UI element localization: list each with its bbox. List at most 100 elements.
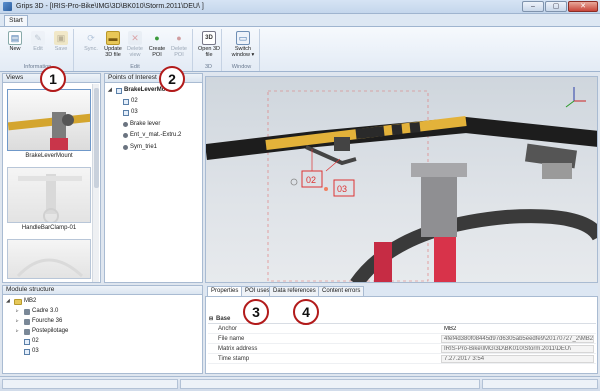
app-icon: [3, 2, 12, 11]
view-thumbnail-handlebarclamp[interactable]: [7, 167, 91, 223]
ribbon-tab-row: Start: [0, 14, 600, 26]
edit-button[interactable]: ✎ Edit: [27, 31, 49, 52]
status-segment-1: [2, 379, 178, 389]
new-button[interactable]: ▤ New: [4, 31, 26, 52]
part-icon: [123, 133, 128, 138]
property-row-anchor: Anchor MB2: [208, 325, 596, 334]
window-controls: – ▢ ✕: [522, 1, 598, 12]
create-poi-button[interactable]: ● Create POI: [146, 31, 168, 59]
views-scrollbar-thumb[interactable]: [94, 88, 99, 188]
callout-1: 1: [40, 66, 66, 92]
expand-arrow-icon[interactable]: ▹: [16, 307, 22, 316]
folder-icon: ▬: [106, 31, 120, 45]
collapse-icon[interactable]: ⊟: [209, 315, 213, 324]
sync-icon: ⟳: [87, 33, 95, 43]
part-icon: [24, 308, 30, 315]
poi-icon: [24, 348, 30, 355]
poi-icon: [24, 338, 30, 345]
bike-3d-render: 02 03: [206, 87, 597, 282]
close-button[interactable]: ✕: [568, 1, 598, 12]
poi-panel: ◢ BrakeLeverMount 02 03 Brake lever Ent_…: [104, 83, 203, 283]
group-label-3d: 3D: [204, 64, 213, 70]
property-value-anchor[interactable]: MB2: [441, 325, 594, 333]
minimize-button[interactable]: –: [522, 1, 544, 12]
maximize-button[interactable]: ▢: [545, 1, 567, 12]
poi-icon: [123, 109, 129, 116]
views-scrollbar[interactable]: [92, 84, 99, 282]
property-row-time-stamp: Time stamp 7.27.2017 3:54: [208, 355, 596, 364]
ribbon: ▤ New ✎ Edit ▣ Save Information ⟳ Sync. …: [0, 26, 600, 72]
ribbon-group-3d: 3D Open 3D file 3D: [196, 29, 222, 71]
view-thumbnail-image: [8, 112, 90, 150]
poi-item-extru[interactable]: Ent_v_mat.-Extru.2: [123, 131, 181, 140]
poi-marker-03[interactable]: 03: [337, 184, 347, 194]
property-row-matrix-address: Matrix address IRIS-Pro-Bike\IMG\3D\BK01…: [208, 345, 596, 354]
poi-item-03[interactable]: 03: [123, 108, 138, 117]
open-3d-file-button[interactable]: 3D Open 3D file: [198, 31, 220, 58]
expand-arrow-icon[interactable]: ▹: [16, 327, 22, 336]
part-icon: [123, 122, 128, 127]
property-value-file-name[interactable]: 4fef4d380f08445d97d6305ab5eedfe9\2017072…: [441, 335, 594, 343]
module-panel: ◢ MB2 ▹ Cadre 3.0 ▹ Fourche 36 ▹ Postepi…: [2, 295, 203, 374]
module-folder-icon: [14, 298, 22, 305]
tab-data-references[interactable]: Data references: [269, 286, 320, 296]
ribbon-group-edit: ⟳ Sync. ▬ Update 3D file ✕ Delete view ●…: [78, 29, 193, 71]
expand-triangle-icon[interactable]: ◢: [108, 86, 114, 95]
part-icon: [123, 145, 128, 150]
poi-item-brake-lever[interactable]: Brake lever: [123, 120, 160, 129]
view-label-brakelevermount: BrakeLeverMount: [25, 153, 73, 159]
3d-viewport[interactable]: 02 03: [205, 76, 598, 283]
poi-item-sym[interactable]: Sym_trie1: [123, 143, 157, 152]
poi-panel-header: Points of Interest: [104, 73, 203, 83]
delete-view-icon: ✕: [128, 31, 142, 45]
tab-content-errors[interactable]: Content errors: [318, 286, 365, 296]
view-thumbnail-faded-image-3: [16, 258, 84, 278]
properties-tab-row: Properties POI uses Data references Cont…: [205, 285, 598, 297]
poi-item-02[interactable]: 02: [123, 97, 138, 106]
callout-2: 2: [159, 66, 185, 92]
property-value-matrix-address[interactable]: IRIS-Pro-Bike\IMG\3D\BK010\Storm.2011\DE…: [441, 345, 594, 353]
property-value-time-stamp[interactable]: 7.27.2017 3:54: [441, 355, 594, 363]
window-title: Grips 3D - [IRIS-Pro-Bike\IMG\3D\BK010\S…: [16, 3, 204, 10]
status-segment-3: [482, 379, 598, 389]
view-icon: [116, 87, 122, 94]
poi-marker-02[interactable]: 02: [306, 175, 316, 185]
module-item-cadre[interactable]: ▹ Cadre 3.0: [16, 307, 58, 316]
module-item-fourche[interactable]: ▹ Fourche 36: [16, 317, 62, 326]
status-bar: [0, 376, 600, 391]
part-icon: [24, 328, 30, 335]
group-label-window: Window: [231, 64, 252, 70]
view-thumbnail-faded-image: [18, 174, 82, 222]
module-tree-root[interactable]: ◢ MB2: [6, 297, 36, 306]
view-thumbnail-third[interactable]: [7, 239, 91, 279]
axis-triad-icon: [565, 87, 586, 108]
delete-view-button[interactable]: ✕ Delete view: [124, 31, 146, 58]
views-panel: BrakeLeverMount HandleBarClamp-01: [2, 83, 101, 283]
callout-4: 4: [293, 299, 319, 325]
callout-3: 3: [243, 299, 269, 325]
new-document-icon: ▤: [8, 31, 22, 45]
edit-icon: ✎: [31, 31, 45, 45]
expand-arrow-icon[interactable]: ▹: [16, 317, 22, 326]
delete-poi-button[interactable]: ● Delete POI: [168, 31, 190, 59]
create-poi-icon: ●: [154, 33, 160, 43]
title-bar: Grips 3D - [IRIS-Pro-Bike\IMG\3D\BK010\S…: [0, 0, 600, 14]
update-3d-file-button[interactable]: ▬ Update 3D file: [102, 31, 124, 58]
save-icon: ▣: [54, 31, 68, 45]
expand-triangle-icon[interactable]: ◢: [6, 297, 12, 306]
ribbon-group-window: ▭ Switch window ▾ Window: [224, 29, 260, 71]
view-label-handlebarclamp: HandleBarClamp-01: [21, 225, 77, 231]
3d-file-icon: 3D: [202, 31, 216, 45]
module-item-02[interactable]: 02: [24, 337, 39, 346]
sync-button[interactable]: ⟳ Sync.: [80, 31, 102, 53]
ribbon-group-information: ▤ New ✎ Edit ▣ Save Information: [2, 29, 74, 71]
poi-icon: [123, 98, 129, 105]
module-item-postepilotage[interactable]: ▹ Postepilotage: [16, 327, 68, 336]
module-item-03[interactable]: 03: [24, 347, 39, 356]
part-icon: [24, 318, 30, 325]
tab-start[interactable]: Start: [4, 15, 28, 26]
switch-window-button[interactable]: ▭ Switch window ▾: [230, 31, 256, 58]
switch-window-icon: ▭: [236, 31, 250, 45]
view-thumbnail-brakelevermount[interactable]: [7, 89, 91, 151]
save-button[interactable]: ▣ Save: [50, 31, 72, 52]
